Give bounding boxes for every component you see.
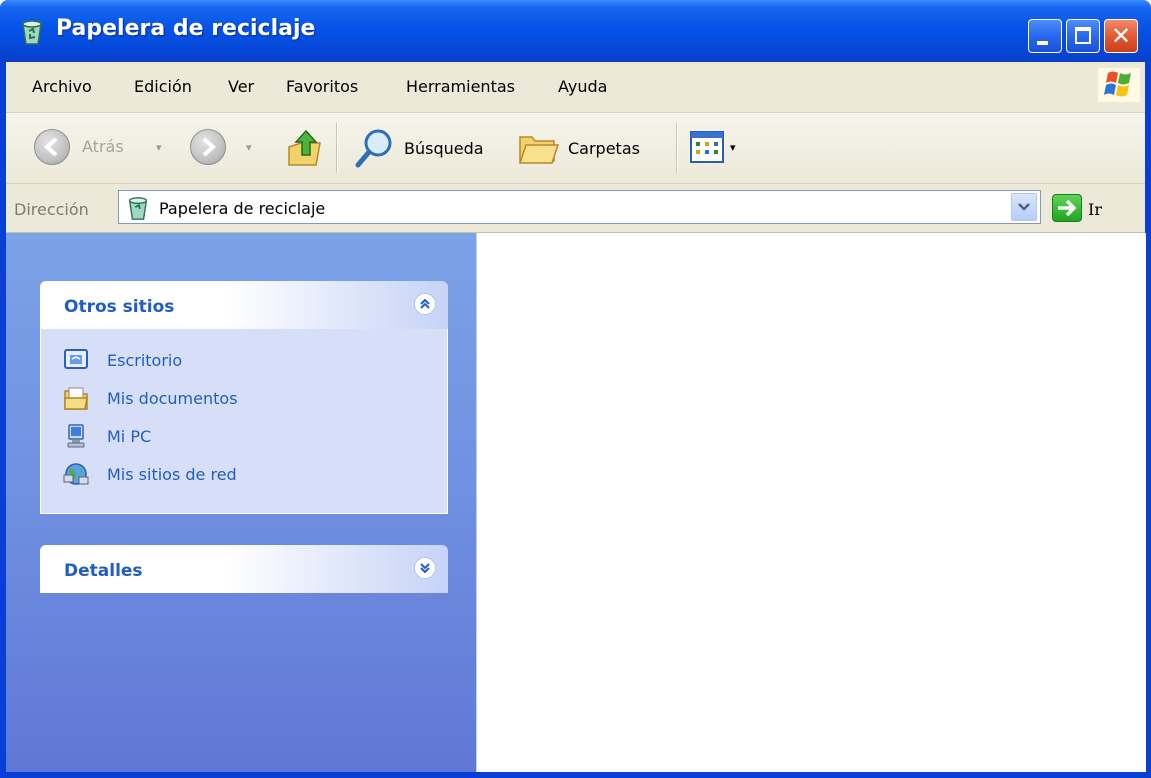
up-button[interactable] (282, 125, 326, 171)
close-button[interactable]: ✕ (1104, 19, 1138, 53)
back-dropdown-icon[interactable]: ▾ (156, 141, 162, 154)
forward-dropdown-icon[interactable]: ▾ (246, 141, 252, 154)
forward-icon (190, 129, 226, 165)
desktop-icon (64, 349, 88, 369)
details-header[interactable]: Detalles (40, 545, 448, 593)
link-desktop[interactable]: Escritorio (41, 343, 447, 381)
back-icon (34, 129, 70, 165)
search-button[interactable]: Búsqueda (350, 125, 510, 171)
other-places-panel: Otros sitios Escritorio Mis documentos M… (40, 281, 448, 514)
toolbar-separator (336, 123, 338, 173)
network-places-icon (63, 463, 89, 485)
other-places-body: Escritorio Mis documentos Mi PC Mis siti… (40, 329, 448, 514)
other-places-title: Otros sitios (64, 297, 175, 317)
recycle-bin-icon (22, 20, 42, 45)
back-label: Atrás (82, 137, 124, 156)
search-label: Búsqueda (404, 139, 484, 158)
maximize-button[interactable] (1066, 19, 1100, 53)
task-pane: Otros sitios Escritorio Mis documentos M… (6, 233, 476, 772)
chevron-down-icon (1018, 203, 1030, 211)
link-network-places[interactable]: Mis sitios de red (41, 457, 447, 495)
address-dropdown-button[interactable] (1011, 193, 1037, 221)
views-icon (690, 131, 724, 163)
close-icon: ✕ (1110, 22, 1132, 50)
link-label: Mi PC (107, 427, 152, 446)
go-button[interactable] (1052, 194, 1082, 222)
back-button[interactable]: Atrás ▾ (20, 125, 170, 171)
link-my-documents[interactable]: Mis documentos (41, 381, 447, 419)
views-button[interactable]: ▾ (690, 125, 754, 171)
explorer-window: Papelera de reciclaje ✕ Archivo Edición … (0, 0, 1151, 778)
up-folder-icon (288, 129, 321, 166)
folders-label: Carpetas (568, 139, 640, 158)
menu-favoritos[interactable]: Favoritos (286, 77, 358, 96)
go-arrow-icon (1058, 199, 1077, 217)
menu-ver[interactable]: Ver (228, 77, 254, 96)
link-label: Mis sitios de red (107, 465, 237, 484)
windows-logo-icon (1098, 68, 1140, 102)
my-documents-icon (64, 387, 88, 410)
menu-archivo[interactable]: Archivo (32, 77, 92, 96)
folders-button[interactable]: Carpetas (518, 125, 670, 171)
link-label: Mis documentos (107, 389, 238, 408)
link-label: Escritorio (107, 351, 183, 370)
window-title: Papelera de reciclaje (56, 16, 316, 41)
window-frame-bottom (0, 772, 1151, 778)
menu-herramientas[interactable]: Herramientas (406, 77, 515, 96)
details-title: Detalles (64, 561, 143, 581)
views-dropdown-icon[interactable]: ▾ (730, 141, 736, 154)
my-computer-icon (67, 424, 85, 448)
standard-toolbar: Atrás ▾ ▾ Búsqueda Carpetas ▾ (6, 113, 1145, 184)
maximize-icon (1075, 27, 1091, 44)
go-label[interactable]: Ir (1088, 200, 1102, 219)
file-list-pane[interactable] (476, 233, 1146, 772)
address-bar: Dirección Papelera de reciclaje Ir (6, 184, 1145, 233)
minimize-button[interactable] (1028, 19, 1062, 53)
menu-edicion[interactable]: Edición (134, 77, 192, 96)
address-value: Papelera de reciclaje (159, 199, 326, 218)
details-panel: Detalles (40, 545, 448, 593)
collapse-button[interactable] (414, 293, 436, 315)
toolbar-separator (676, 123, 678, 173)
menu-ayuda[interactable]: Ayuda (558, 77, 607, 96)
address-field[interactable]: Papelera de reciclaje (118, 190, 1041, 224)
link-my-computer[interactable]: Mi PC (41, 419, 447, 457)
title-bar[interactable]: Papelera de reciclaje ✕ (0, 0, 1151, 62)
recycle-bin-icon (128, 197, 148, 220)
other-places-header[interactable]: Otros sitios (40, 281, 448, 329)
minimize-icon (1037, 41, 1048, 45)
forward-button[interactable]: ▾ (182, 125, 272, 171)
folders-icon (518, 136, 560, 164)
address-label: Dirección (14, 200, 89, 219)
search-icon (355, 129, 392, 168)
menu-bar: Archivo Edición Ver Favoritos Herramient… (6, 62, 1145, 113)
expand-button[interactable] (414, 557, 436, 579)
chevron-up-icon (420, 298, 430, 309)
chevron-down-icon (420, 563, 430, 574)
